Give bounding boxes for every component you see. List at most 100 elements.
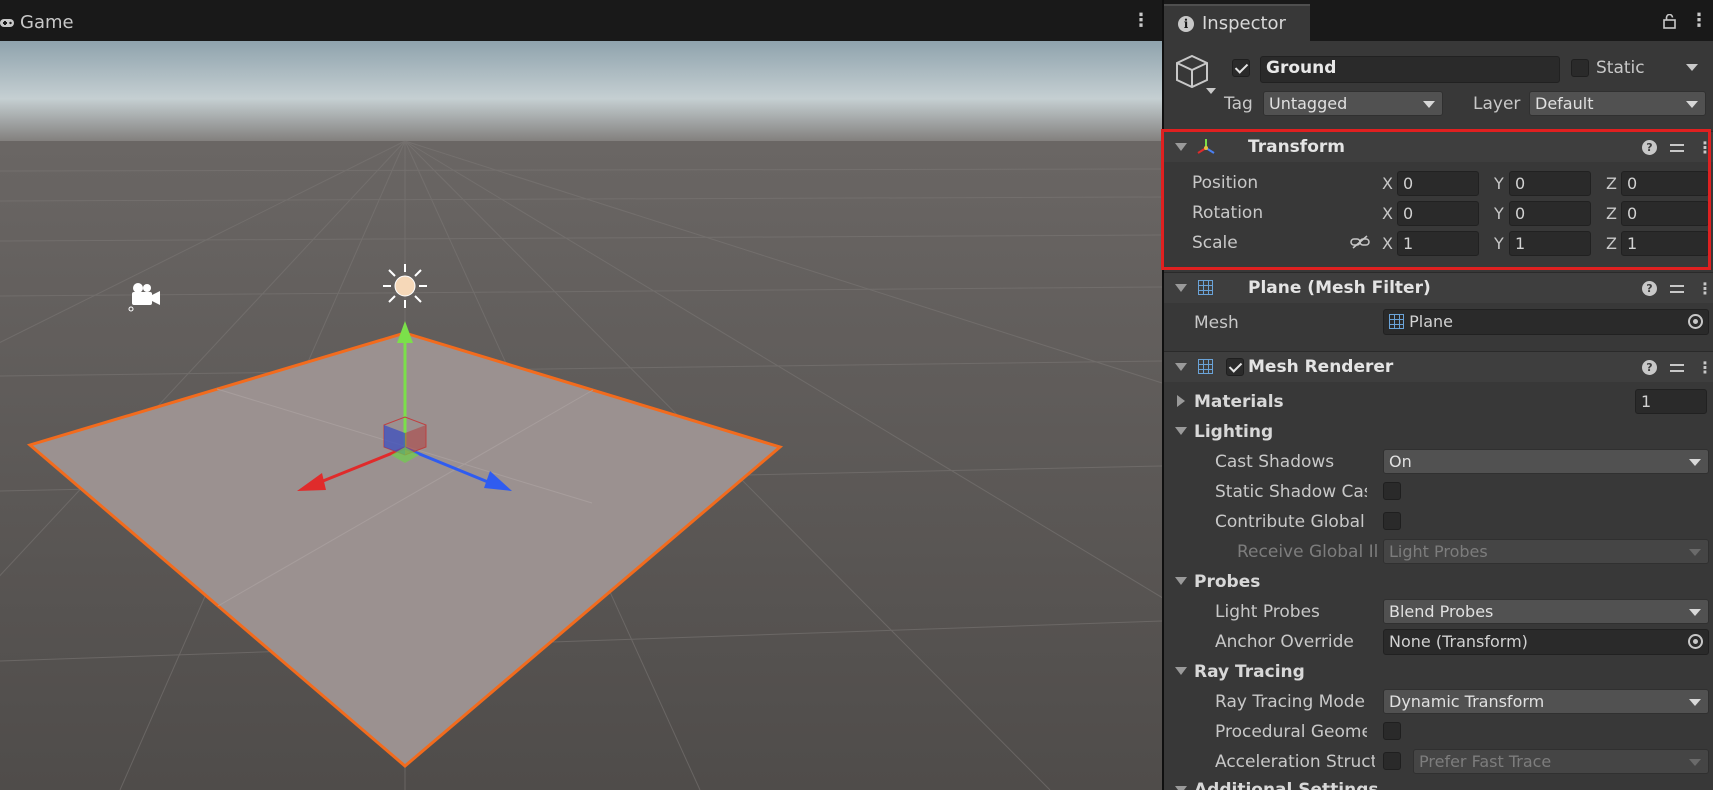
gameobject-cube-icon[interactable]	[1174, 53, 1218, 95]
gameobject-name-field[interactable]: Ground	[1260, 56, 1560, 83]
ray-tracing-mode-value: Dynamic Transform	[1389, 692, 1545, 711]
transform-axes-icon	[1197, 139, 1215, 154]
mesh-filter-header[interactable]: Plane (Mesh Filter) ? ⋮	[1164, 272, 1713, 303]
mesh-object-value: Plane	[1409, 312, 1453, 331]
tag-dropdown[interactable]: Untagged	[1263, 91, 1443, 116]
lighting-label[interactable]: Lighting	[1194, 422, 1273, 442]
materials-label[interactable]: Materials	[1194, 392, 1284, 412]
foldout-arrow-icon[interactable]	[1175, 143, 1187, 151]
constrain-proportions-icon[interactable]	[1350, 234, 1370, 250]
anchor-override-label: Anchor Override	[1215, 632, 1354, 652]
mesh-object-field[interactable]: Plane	[1383, 309, 1709, 335]
directional-light-gizmo[interactable]	[383, 264, 427, 308]
static-label: Static	[1596, 58, 1645, 78]
component-menu-icon[interactable]: ⋮	[1697, 279, 1713, 298]
ray-tracing-foldout-icon[interactable]	[1175, 667, 1187, 675]
chevron-down-icon	[1689, 549, 1701, 556]
ray-tracing-mode-dropdown[interactable]: Dynamic Transform	[1383, 689, 1709, 714]
rotation-y-field[interactable]: 0	[1509, 201, 1591, 226]
anchor-override-field[interactable]: None (Transform)	[1383, 629, 1709, 655]
mesh-label: Mesh	[1194, 313, 1239, 333]
anchor-override-value: None (Transform)	[1389, 632, 1528, 651]
game-viewport[interactable]	[0, 41, 1162, 790]
mesh-renderer-icon	[1198, 359, 1213, 374]
light-probes-value: Blend Probes	[1389, 602, 1494, 621]
mesh-renderer-enabled-checkbox[interactable]	[1226, 358, 1244, 376]
ray-tracing-label[interactable]: Ray Tracing	[1194, 662, 1305, 682]
light-probes-dropdown[interactable]: Blend Probes	[1383, 599, 1709, 624]
transform-header[interactable]: Transform ? ⋮	[1164, 131, 1713, 162]
procedural-geometry-checkbox[interactable]	[1383, 722, 1401, 740]
object-picker-icon[interactable]	[1688, 314, 1703, 329]
light-probes-label: Light Probes	[1215, 602, 1320, 622]
component-menu-icon[interactable]: ⋮	[1697, 358, 1713, 377]
mesh-icon	[1389, 314, 1404, 329]
scale-z-field[interactable]: 1	[1621, 231, 1709, 256]
contribute-gi-checkbox[interactable]	[1383, 512, 1401, 530]
additional-settings-foldout-icon[interactable]	[1175, 786, 1187, 790]
lock-icon[interactable]	[1663, 14, 1676, 29]
scale-y-axis-label[interactable]: Y	[1494, 234, 1504, 253]
component-menu-icon[interactable]: ⋮	[1697, 138, 1713, 157]
probes-foldout-icon[interactable]	[1175, 577, 1187, 585]
scene-render	[0, 41, 1162, 790]
game-more-menu-icon[interactable]: ⋮	[1132, 10, 1150, 31]
transform-title: Transform	[1248, 137, 1345, 157]
materials-foldout-icon[interactable]	[1177, 395, 1185, 407]
static-checkbox[interactable]	[1571, 59, 1589, 77]
mesh-renderer-header[interactable]: Mesh Renderer ? ⋮	[1164, 351, 1713, 382]
cast-shadows-dropdown[interactable]: On	[1383, 449, 1709, 474]
chevron-down-icon	[1689, 459, 1701, 466]
rotation-z-axis-label[interactable]: Z	[1606, 204, 1617, 223]
scale-z-axis-label[interactable]: Z	[1606, 234, 1617, 253]
tag-label: Tag	[1224, 94, 1253, 114]
probes-label[interactable]: Probes	[1194, 572, 1260, 592]
lighting-foldout-icon[interactable]	[1175, 427, 1187, 435]
chevron-down-icon	[1689, 759, 1701, 766]
gameobject-active-checkbox[interactable]	[1232, 59, 1250, 77]
skybox	[0, 41, 1162, 146]
cast-shadows-value: On	[1389, 452, 1412, 471]
game-tab[interactable]: Game	[0, 4, 88, 41]
scale-x-field[interactable]: 1	[1397, 231, 1479, 256]
position-z-field[interactable]: 0	[1621, 171, 1709, 196]
rotation-label: Rotation	[1192, 203, 1264, 223]
inspector-more-menu-icon[interactable]: ⋮	[1690, 10, 1708, 31]
help-icon[interactable]: ?	[1642, 281, 1657, 296]
transform-header-icons: ? ⋮	[1642, 138, 1713, 157]
position-z-axis-label[interactable]: Z	[1606, 174, 1617, 193]
inspector-tab-label: Inspector	[1202, 13, 1286, 34]
rotation-x-field[interactable]: 0	[1397, 201, 1479, 226]
presets-icon[interactable]	[1669, 281, 1685, 297]
help-icon[interactable]: ?	[1642, 360, 1657, 375]
help-icon[interactable]: ?	[1642, 140, 1657, 155]
static-dropdown-icon[interactable]	[1686, 64, 1698, 71]
presets-icon[interactable]	[1669, 140, 1685, 156]
contribute-gi-label: Contribute Global Ill	[1215, 512, 1367, 532]
foldout-arrow-icon[interactable]	[1175, 363, 1187, 371]
rotation-x-axis-label[interactable]: X	[1382, 204, 1393, 223]
scale-y-field[interactable]: 1	[1509, 231, 1591, 256]
layer-dropdown[interactable]: Default	[1529, 91, 1706, 116]
foldout-arrow-icon[interactable]	[1175, 284, 1187, 292]
acceleration-structure-checkbox[interactable]	[1383, 752, 1401, 770]
presets-icon[interactable]	[1669, 360, 1685, 376]
ray-tracing-mode-label: Ray Tracing Mode	[1215, 692, 1365, 712]
position-y-field[interactable]: 0	[1509, 171, 1591, 196]
position-x-axis-label[interactable]: X	[1382, 174, 1393, 193]
rotation-z-field[interactable]: 0	[1621, 201, 1709, 226]
position-y-axis-label[interactable]: Y	[1494, 174, 1504, 193]
rotation-y-axis-label[interactable]: Y	[1494, 204, 1504, 223]
acceleration-structure-value: Prefer Fast Trace	[1419, 752, 1552, 771]
static-shadow-caster-checkbox[interactable]	[1383, 482, 1401, 500]
additional-settings-label[interactable]: Additional Settings	[1194, 780, 1379, 790]
materials-count-field[interactable]: 1	[1635, 389, 1707, 414]
scale-x-axis-label[interactable]: X	[1382, 234, 1393, 253]
inspector-tab[interactable]: i Inspector	[1164, 4, 1310, 41]
position-x-field[interactable]: 0	[1397, 171, 1479, 196]
game-tab-label: Game	[20, 12, 74, 33]
chevron-down-icon	[1689, 609, 1701, 616]
object-picker-icon[interactable]	[1688, 634, 1703, 649]
unity-editor: Game ⋮ i Inspector ⋮ Ground Static Tag U…	[0, 0, 1713, 790]
tag-dropdown-value: Untagged	[1269, 94, 1348, 113]
